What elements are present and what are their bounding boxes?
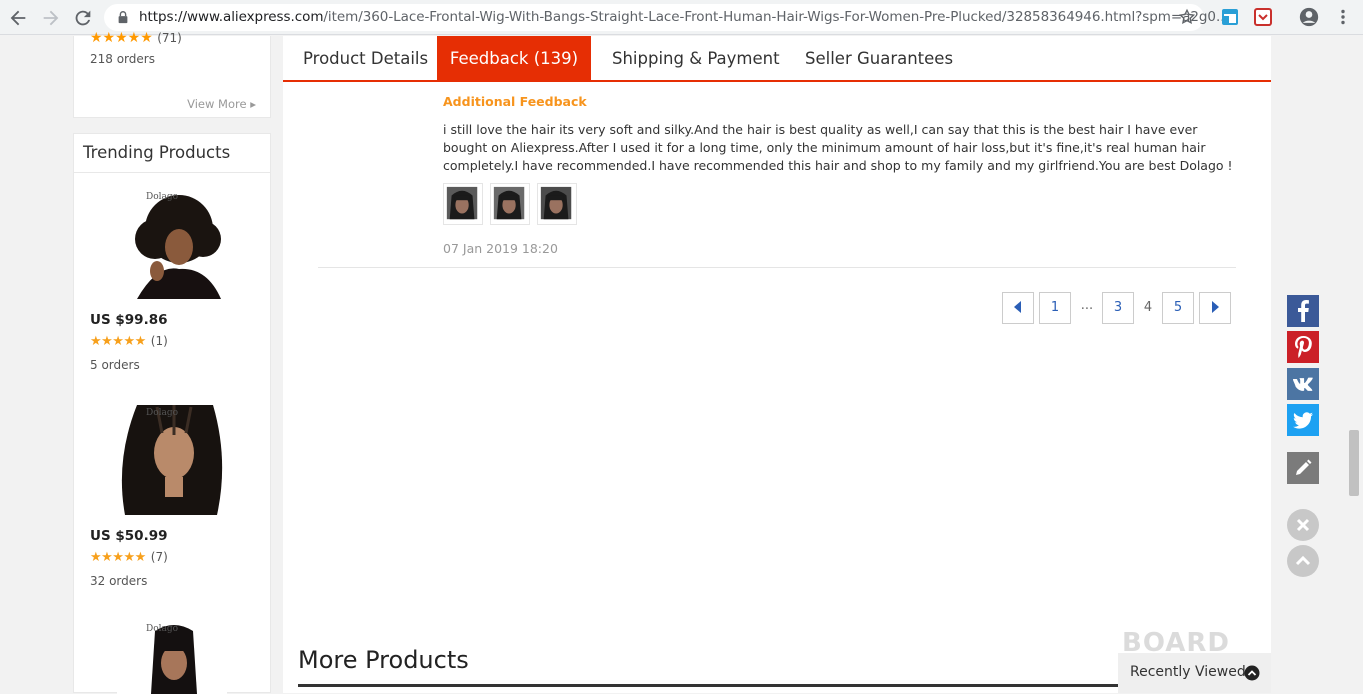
lock-icon <box>118 11 128 24</box>
pencil-icon <box>1287 452 1319 484</box>
recently-viewed-label: Recently Viewed <box>1130 664 1246 680</box>
twitter-icon <box>1287 404 1319 436</box>
back-icon[interactable] <box>7 7 29 29</box>
feedback-photo[interactable] <box>537 183 577 225</box>
page-scrollbar[interactable] <box>1349 430 1359 496</box>
scroll-to-top-button[interactable] <box>1287 545 1319 577</box>
page-1-button[interactable]: 1 <box>1039 292 1071 324</box>
tab-seller-guarantees[interactable]: Seller Guarantees <box>805 36 953 80</box>
chevron-up-circle-icon[interactable] <box>1244 665 1260 681</box>
chevron-up-icon <box>1295 555 1311 566</box>
chevron-left-icon <box>1014 301 1021 313</box>
trending-products-panel: Trending Products Dolago US $99.86 ★★★★★… <box>73 133 271 694</box>
page-4-current: 4 <box>1143 300 1153 315</box>
more-products-underline <box>298 684 1118 687</box>
rating-stars: ★★★★★ (71) <box>90 30 182 46</box>
rating-stars: ★★★★★ (1) <box>90 334 168 349</box>
product-tabs: Product Details Feedback (139) Shipping … <box>283 36 1271 82</box>
vk-icon <box>1287 368 1319 400</box>
sidebar-top-product: ★★★★★ (71) 218 orders View More ▸ <box>73 30 271 118</box>
vk-share-button[interactable] <box>1287 368 1319 400</box>
feedback-text: i still love the hair its very soft and … <box>443 122 1233 173</box>
page-3-button[interactable]: 3 <box>1102 292 1134 324</box>
tab-feedback[interactable]: Feedback (139) <box>437 36 591 80</box>
twitter-share-button[interactable] <box>1287 404 1319 436</box>
orders-count: 32 orders <box>90 574 148 588</box>
bookmark-star-icon[interactable] <box>1178 8 1196 26</box>
menu-kebab-icon[interactable] <box>1334 8 1352 26</box>
feedback-photo[interactable] <box>443 183 483 225</box>
page-5-button[interactable]: 5 <box>1162 292 1194 324</box>
page-ellipsis: ... <box>1080 298 1094 313</box>
product-image-braided-wig[interactable]: Dolago <box>117 405 227 515</box>
close-icon <box>1296 518 1310 532</box>
trending-products-title: Trending Products <box>74 134 270 173</box>
prev-page-button[interactable] <box>1002 292 1034 324</box>
pocket-extension-icon[interactable] <box>1254 8 1272 26</box>
more-products-title: More Products <box>298 646 469 674</box>
extension-icon[interactable] <box>1221 8 1239 26</box>
url-text: https://www.aliexpress.com/item/360-Lace… <box>139 9 1229 25</box>
additional-feedback-heading: Additional Feedback <box>443 94 587 109</box>
divider <box>318 267 1236 268</box>
tab-product-details[interactable]: Product Details <box>303 36 428 80</box>
close-share-button[interactable] <box>1287 509 1319 541</box>
watermark: BOARD <box>1122 628 1230 658</box>
address-bar[interactable]: https://www.aliexpress.com/item/360-Lace… <box>104 4 1229 31</box>
edit-share-button[interactable] <box>1287 452 1319 484</box>
feedback-photo[interactable] <box>490 183 530 225</box>
orders-count: 5 orders <box>90 358 140 372</box>
reload-icon[interactable] <box>72 7 94 29</box>
recently-viewed-bar[interactable]: BOARD Recently Viewed <box>1118 628 1271 693</box>
feedback-date: 07 Jan 2019 18:20 <box>443 241 558 256</box>
orders-count: 218 orders <box>90 52 155 66</box>
next-page-button[interactable] <box>1199 292 1231 324</box>
browser-toolbar: https://www.aliexpress.com/item/360-Lace… <box>0 0 1363 35</box>
product-price: US $99.86 <box>90 312 168 328</box>
pinterest-icon <box>1287 331 1319 363</box>
rating-stars: ★★★★★ (7) <box>90 550 168 565</box>
forward-icon[interactable] <box>40 7 62 29</box>
view-more-link[interactable]: View More ▸ <box>187 97 256 111</box>
product-image-bob-wig[interactable]: Dolago <box>117 621 227 694</box>
tab-shipping-payment[interactable]: Shipping & Payment <box>612 36 780 80</box>
profile-icon[interactable] <box>1299 7 1319 27</box>
product-main-panel: Product Details Feedback (139) Shipping … <box>283 36 1271 693</box>
chevron-right-icon <box>1212 301 1219 313</box>
facebook-share-button[interactable] <box>1287 295 1319 327</box>
facebook-icon <box>1287 295 1319 327</box>
pinterest-share-button[interactable] <box>1287 331 1319 363</box>
product-price: US $50.99 <box>90 528 168 544</box>
product-image-afro-wig[interactable]: Dolago <box>117 189 227 299</box>
